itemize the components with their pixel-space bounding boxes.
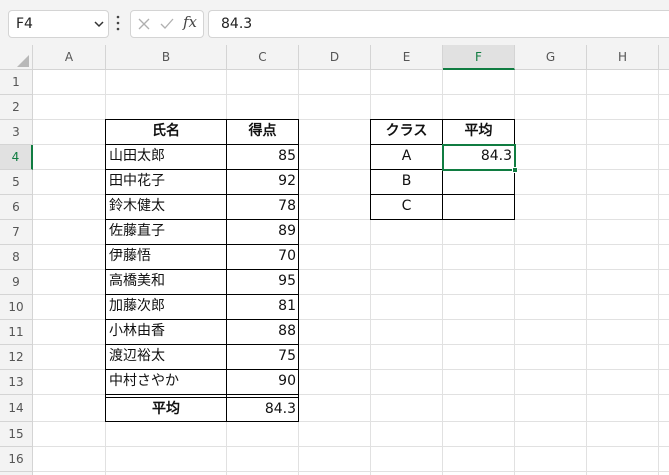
student-score[interactable]: 75 (227, 345, 298, 369)
column-header-e[interactable]: E (371, 45, 443, 70)
row-header-15[interactable]: 15 (0, 422, 33, 447)
row-header-3[interactable]: 3 (0, 120, 33, 145)
table-border (105, 421, 299, 422)
average-label[interactable]: 平均 (106, 398, 226, 421)
student-name[interactable]: 鈴木健太 (106, 195, 226, 219)
gridline (33, 471, 669, 472)
row-header-10[interactable]: 10 (0, 295, 33, 320)
table-border (105, 394, 299, 395)
row-header-8[interactable]: 8 (0, 245, 33, 270)
column-header-i[interactable] (659, 45, 669, 70)
row-header-13[interactable]: 13 (0, 370, 33, 395)
header-name[interactable]: 氏名 (106, 120, 226, 144)
average-value[interactable]: 84.3 (227, 398, 298, 421)
fill-handle[interactable] (512, 167, 518, 173)
name-box[interactable]: F4 (8, 10, 109, 38)
row-header-12[interactable]: 12 (0, 345, 33, 370)
column-header-f[interactable]: F (443, 45, 515, 70)
student-score[interactable]: 70 (227, 245, 298, 269)
row-header-6[interactable]: 6 (0, 195, 33, 220)
student-name[interactable]: 加藤次郎 (106, 295, 226, 319)
row-header-5[interactable]: 5 (0, 170, 33, 195)
name-box-value: F4 (16, 16, 33, 32)
row-header-11[interactable]: 11 (0, 320, 33, 345)
gridline (33, 94, 669, 95)
student-name[interactable]: 高橋美和 (106, 270, 226, 294)
student-score[interactable]: 89 (227, 220, 298, 244)
student-name[interactable]: 佐藤直子 (106, 220, 226, 244)
column-header-d[interactable]: D (299, 45, 371, 70)
formula-input[interactable]: 84.3 (208, 10, 669, 38)
table-border (298, 119, 299, 422)
class-average[interactable] (443, 195, 514, 219)
student-name[interactable]: 渡辺裕太 (106, 345, 226, 369)
column-header-c[interactable]: C (227, 45, 299, 70)
more-options-icon[interactable] (115, 14, 121, 32)
student-score[interactable]: 92 (227, 170, 298, 194)
student-score[interactable]: 95 (227, 270, 298, 294)
class-name[interactable]: A (371, 145, 442, 169)
header-score[interactable]: 得点 (227, 120, 298, 144)
row-header-4[interactable]: 4 (0, 145, 33, 170)
insert-function-icon[interactable]: fx (183, 13, 197, 31)
active-cell-border[interactable] (442, 144, 516, 171)
gridline (658, 70, 659, 475)
gridline (33, 446, 669, 447)
row-header-9[interactable]: 9 (0, 270, 33, 295)
class-name[interactable]: B (371, 170, 442, 194)
student-score[interactable]: 78 (227, 195, 298, 219)
student-score[interactable]: 90 (227, 370, 298, 394)
student-name[interactable]: 田中花子 (106, 170, 226, 194)
class-average[interactable] (443, 170, 514, 194)
row-header-7[interactable]: 7 (0, 220, 33, 245)
row-header-2[interactable]: 2 (0, 95, 33, 120)
student-score[interactable]: 81 (227, 295, 298, 319)
formula-buttons: fx (130, 10, 204, 38)
column-header-h[interactable]: H (587, 45, 659, 70)
formula-content: 84.3 (221, 16, 253, 32)
row-header-1[interactable]: 1 (0, 70, 33, 95)
header-class-average[interactable]: 平均 (443, 120, 514, 144)
column-header-a[interactable]: A (33, 45, 106, 70)
chevron-down-icon[interactable] (93, 18, 105, 30)
row-header-16[interactable]: 16 (0, 447, 33, 472)
column-header-g[interactable]: G (515, 45, 587, 70)
class-name[interactable]: C (371, 195, 442, 219)
student-name[interactable]: 中村さやか (106, 370, 226, 394)
student-score[interactable]: 85 (227, 145, 298, 169)
gridline (586, 70, 587, 475)
student-name[interactable]: 小林由香 (106, 320, 226, 344)
header-class[interactable]: クラス (371, 120, 442, 144)
row-header-14[interactable]: 14 (0, 395, 33, 422)
student-name[interactable]: 伊藤悟 (106, 245, 226, 269)
cancel-icon[interactable] (137, 17, 151, 31)
column-header-b[interactable]: B (106, 45, 227, 70)
select-all-triangle-icon (17, 55, 29, 67)
student-name[interactable]: 山田太郎 (106, 145, 226, 169)
student-score[interactable]: 88 (227, 320, 298, 344)
checkmark-icon[interactable] (159, 17, 175, 31)
